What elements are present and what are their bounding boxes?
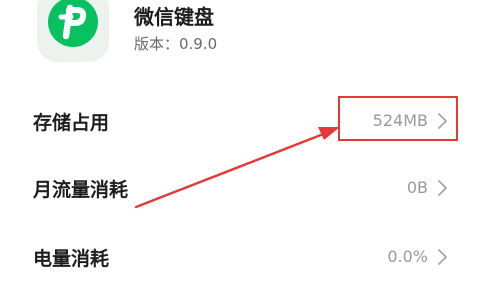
monthly-data-usage-value: 0B [406,178,428,197]
chevron-right-icon [438,180,447,196]
storage-usage-label: 存储占用 [33,112,110,134]
monthly-data-usage-label: 月流量消耗 [33,179,129,201]
app-info-screen: 微信键盘 版本：0.9.0 存储占用 524MB 月流量消耗 0B 电量消耗 0… [0,0,480,300]
battery-usage-label: 电量消耗 [33,248,110,270]
app-version: 版本：0.9.0 [134,35,218,53]
chevron-right-icon [438,249,447,265]
monthly-data-usage-row[interactable]: 月流量消耗 0B [0,165,480,209]
chevron-right-icon [438,113,447,129]
battery-usage-value: 0.0% [387,247,428,266]
wetype-logo-icon [48,0,98,47]
app-name: 微信键盘 [134,5,214,29]
battery-usage-row[interactable]: 电量消耗 0.0% [0,234,480,278]
storage-usage-value: 524MB [372,111,428,130]
storage-usage-row[interactable]: 存储占用 524MB [0,98,480,142]
wetype-app-icon [37,0,109,62]
app-header: 微信键盘 版本：0.9.0 [0,0,480,72]
